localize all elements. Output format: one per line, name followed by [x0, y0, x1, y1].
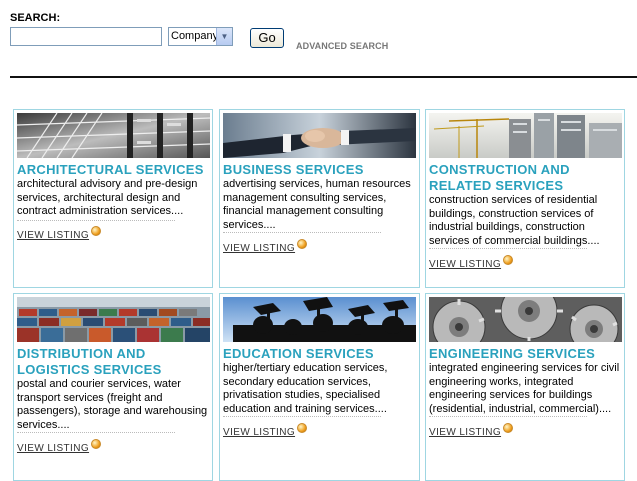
view-listing-label: VIEW LISTING [223, 243, 296, 254]
arrow-icon [503, 423, 514, 433]
view-listing-label: VIEW LISTING [17, 230, 90, 241]
arrow-icon [503, 255, 514, 265]
steel-structure-image [17, 113, 210, 158]
card-divider [223, 232, 381, 234]
search-label: SEARCH: [10, 12, 61, 24]
service-card-construction: CONSTRUCTION AND RELATED SERVICES constr… [425, 109, 625, 288]
view-listing-link[interactable]: VIEW LISTING [429, 423, 514, 438]
service-card-engineering: ENGINEERING SERVICES integrated engineer… [425, 293, 625, 481]
arrow-icon [91, 439, 102, 449]
card-divider [223, 416, 381, 418]
company-select[interactable]: Company ▼ [168, 27, 233, 46]
company-select-value: Company [171, 30, 219, 42]
view-listing-link[interactable]: VIEW LISTING [17, 226, 102, 241]
card-description: higher/tertiary education services, seco… [223, 362, 388, 415]
view-listing-link[interactable]: VIEW LISTING [17, 439, 102, 454]
graduation-caps-image [223, 297, 416, 342]
view-listing-label: VIEW LISTING [17, 443, 90, 454]
service-card-business: BUSINESS SERVICES advertising services, … [219, 109, 420, 288]
chevron-down-icon[interactable]: ▼ [216, 28, 232, 45]
view-listing-label: VIEW LISTING [223, 427, 296, 438]
service-card-architectural: ARCHITECTURAL SERVICES architectural adv… [13, 109, 213, 288]
card-divider [17, 220, 175, 222]
divider [10, 76, 637, 78]
card-divider [429, 416, 587, 418]
cranes-skyline-image [429, 113, 622, 158]
card-description: postal and courier services, water trans… [17, 378, 208, 431]
card-title: ENGINEERING SERVICES [429, 346, 596, 361]
card-title: ARCHITECTURAL SERVICES [17, 162, 204, 177]
card-description: construction services of residential bui… [429, 194, 600, 247]
card-divider [429, 248, 587, 250]
view-listing-label: VIEW LISTING [429, 427, 502, 438]
card-description: architectural advisory and pre-design se… [17, 178, 198, 217]
arrow-icon [297, 423, 308, 433]
card-title: CONSTRUCTION AND RELATED SERVICES [429, 162, 570, 193]
view-listing-label: VIEW LISTING [429, 259, 502, 270]
card-description: advertising services, human resources ma… [223, 178, 411, 231]
card-title: EDUCATION SERVICES [223, 346, 374, 361]
card-title: DISTRIBUTION AND LOGISTICS SERVICES [17, 346, 162, 377]
view-listing-link[interactable]: VIEW LISTING [429, 255, 514, 270]
shipping-containers-image [17, 297, 210, 342]
arrow-icon [91, 226, 102, 236]
advanced-search-link[interactable]: ADVANCED SEARCH [296, 41, 388, 51]
service-card-education: EDUCATION SERVICES higher/tertiary educa… [219, 293, 420, 481]
card-description: integrated engineering services for civi… [429, 362, 620, 415]
gears-image [429, 297, 622, 342]
view-listing-link[interactable]: VIEW LISTING [223, 239, 308, 254]
service-card-distribution: DISTRIBUTION AND LOGISTICS SERVICES post… [13, 293, 213, 481]
handshake-image [223, 113, 416, 158]
arrow-icon [297, 239, 308, 249]
view-listing-link[interactable]: VIEW LISTING [223, 423, 308, 438]
card-divider [17, 432, 175, 434]
go-button[interactable]: Go [250, 28, 284, 48]
search-input[interactable] [10, 27, 162, 46]
card-title: BUSINESS SERVICES [223, 162, 364, 177]
